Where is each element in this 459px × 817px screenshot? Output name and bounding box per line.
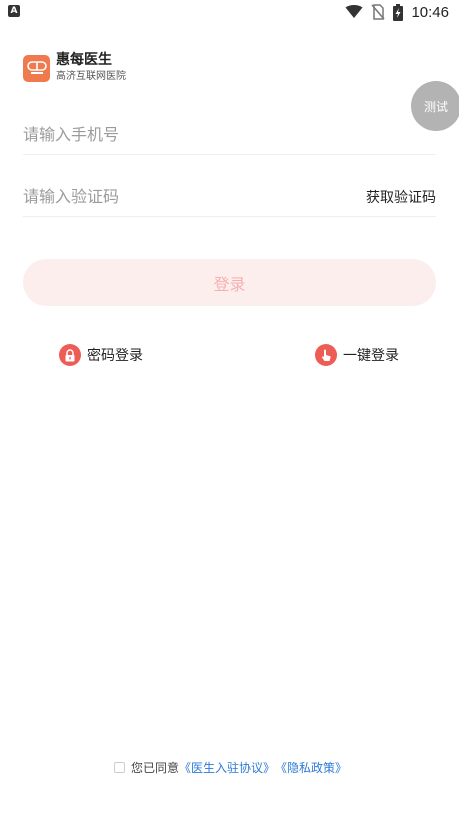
tap-icon (315, 344, 337, 366)
no-sim-icon (371, 4, 386, 20)
status-icons: 10:46 (345, 2, 449, 22)
phone-field (23, 115, 436, 155)
agreement-checkbox[interactable] (114, 762, 125, 773)
brand-subtitle: 高济互联网医院 (56, 71, 126, 82)
brand-header: 惠每医生 高济互联网医院 (23, 52, 126, 84)
password-login-button[interactable]: 密码登录 (59, 344, 143, 366)
login-button[interactable]: 登录 (23, 259, 436, 306)
agreement-row: 您已同意 《医生入驻协议》 《隐私政策》 (114, 759, 347, 776)
password-login-label: 密码登录 (87, 348, 143, 364)
privacy-policy-link[interactable]: 《隐私政策》 (275, 759, 347, 776)
notification-a-icon: A (8, 5, 20, 17)
onekey-login-label: 一键登录 (343, 348, 399, 364)
status-time: 10:46 (411, 3, 449, 21)
lock-icon (59, 344, 81, 366)
onekey-login-button[interactable]: 一键登录 (315, 344, 399, 366)
get-code-button[interactable]: 获取验证码 (366, 187, 436, 207)
wifi-icon (345, 5, 363, 19)
code-input[interactable] (23, 181, 283, 212)
agreement-prefix: 您已同意 (131, 761, 180, 775)
status-bar: A 10:46 (0, 0, 459, 26)
hospital-logo-icon (23, 54, 50, 82)
phone-input[interactable] (23, 119, 283, 150)
battery-charging-icon (393, 3, 404, 21)
doctor-agreement-link[interactable]: 《医生入驻协议》 (179, 759, 275, 776)
brand-name: 惠每医生 (56, 52, 112, 68)
code-field: 获取验证码 (23, 177, 436, 217)
